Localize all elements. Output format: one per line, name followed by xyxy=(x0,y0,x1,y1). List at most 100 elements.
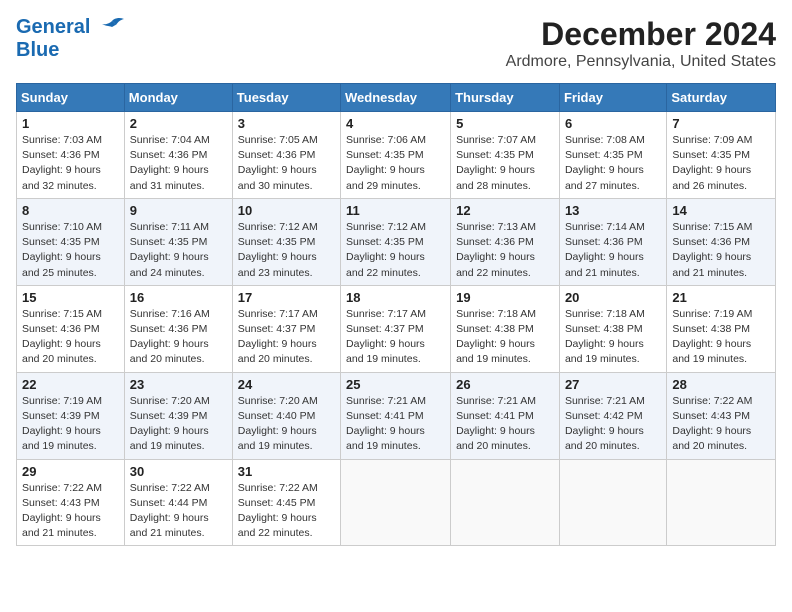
table-row: 7 Sunrise: 7:09 AM Sunset: 4:35 PM Dayli… xyxy=(667,112,776,199)
day-number: 9 xyxy=(130,203,227,218)
table-row: 29 Sunrise: 7:22 AM Sunset: 4:43 PM Dayl… xyxy=(17,459,125,546)
day-info: Sunrise: 7:15 AM Sunset: 4:36 PM Dayligh… xyxy=(22,307,119,368)
day-info: Sunrise: 7:21 AM Sunset: 4:42 PM Dayligh… xyxy=(565,394,661,455)
table-row: 4 Sunrise: 7:06 AM Sunset: 4:35 PM Dayli… xyxy=(341,112,451,199)
day-info: Sunrise: 7:17 AM Sunset: 4:37 PM Dayligh… xyxy=(238,307,335,368)
day-info: Sunrise: 7:13 AM Sunset: 4:36 PM Dayligh… xyxy=(456,220,554,281)
day-info: Sunrise: 7:21 AM Sunset: 4:41 PM Dayligh… xyxy=(456,394,554,455)
day-number: 28 xyxy=(672,377,770,392)
table-row: 16 Sunrise: 7:16 AM Sunset: 4:36 PM Dayl… xyxy=(124,285,232,372)
day-info: Sunrise: 7:20 AM Sunset: 4:40 PM Dayligh… xyxy=(238,394,335,455)
table-row: 6 Sunrise: 7:08 AM Sunset: 4:35 PM Dayli… xyxy=(559,112,666,199)
calendar-week-row: 29 Sunrise: 7:22 AM Sunset: 4:43 PM Dayl… xyxy=(17,459,776,546)
day-info: Sunrise: 7:05 AM Sunset: 4:36 PM Dayligh… xyxy=(238,133,335,194)
col-wednesday: Wednesday xyxy=(341,84,451,112)
table-row: 17 Sunrise: 7:17 AM Sunset: 4:37 PM Dayl… xyxy=(232,285,340,372)
day-number: 25 xyxy=(346,377,445,392)
day-info: Sunrise: 7:17 AM Sunset: 4:37 PM Dayligh… xyxy=(346,307,445,368)
day-number: 1 xyxy=(22,116,119,131)
table-row: 13 Sunrise: 7:14 AM Sunset: 4:36 PM Dayl… xyxy=(559,198,666,285)
day-number: 19 xyxy=(456,290,554,305)
day-number: 29 xyxy=(22,464,119,479)
col-monday: Monday xyxy=(124,84,232,112)
table-row xyxy=(559,459,666,546)
day-info: Sunrise: 7:07 AM Sunset: 4:35 PM Dayligh… xyxy=(456,133,554,194)
day-number: 3 xyxy=(238,116,335,131)
table-row: 5 Sunrise: 7:07 AM Sunset: 4:35 PM Dayli… xyxy=(451,112,560,199)
logo-bird-icon xyxy=(98,17,126,39)
table-row: 2 Sunrise: 7:04 AM Sunset: 4:36 PM Dayli… xyxy=(124,112,232,199)
day-info: Sunrise: 7:22 AM Sunset: 4:44 PM Dayligh… xyxy=(130,481,227,542)
page-subtitle: Ardmore, Pennsylvania, United States xyxy=(506,53,776,71)
table-row: 20 Sunrise: 7:18 AM Sunset: 4:38 PM Dayl… xyxy=(559,285,666,372)
day-info: Sunrise: 7:09 AM Sunset: 4:35 PM Dayligh… xyxy=(672,133,770,194)
table-row: 9 Sunrise: 7:11 AM Sunset: 4:35 PM Dayli… xyxy=(124,198,232,285)
table-row: 8 Sunrise: 7:10 AM Sunset: 4:35 PM Dayli… xyxy=(17,198,125,285)
day-number: 2 xyxy=(130,116,227,131)
calendar-week-row: 1 Sunrise: 7:03 AM Sunset: 4:36 PM Dayli… xyxy=(17,112,776,199)
table-row: 10 Sunrise: 7:12 AM Sunset: 4:35 PM Dayl… xyxy=(232,198,340,285)
day-number: 10 xyxy=(238,203,335,218)
day-info: Sunrise: 7:12 AM Sunset: 4:35 PM Dayligh… xyxy=(238,220,335,281)
day-number: 18 xyxy=(346,290,445,305)
day-number: 23 xyxy=(130,377,227,392)
table-row: 23 Sunrise: 7:20 AM Sunset: 4:39 PM Dayl… xyxy=(124,372,232,459)
table-row: 22 Sunrise: 7:19 AM Sunset: 4:39 PM Dayl… xyxy=(17,372,125,459)
col-saturday: Saturday xyxy=(667,84,776,112)
day-number: 4 xyxy=(346,116,445,131)
day-number: 21 xyxy=(672,290,770,305)
day-info: Sunrise: 7:03 AM Sunset: 4:36 PM Dayligh… xyxy=(22,133,119,194)
table-row: 14 Sunrise: 7:15 AM Sunset: 4:36 PM Dayl… xyxy=(667,198,776,285)
table-row: 18 Sunrise: 7:17 AM Sunset: 4:37 PM Dayl… xyxy=(341,285,451,372)
table-row xyxy=(341,459,451,546)
logo-text-blue: Blue xyxy=(16,39,126,61)
table-row: 24 Sunrise: 7:20 AM Sunset: 4:40 PM Dayl… xyxy=(232,372,340,459)
day-info: Sunrise: 7:18 AM Sunset: 4:38 PM Dayligh… xyxy=(456,307,554,368)
day-number: 17 xyxy=(238,290,335,305)
table-row: 27 Sunrise: 7:21 AM Sunset: 4:42 PM Dayl… xyxy=(559,372,666,459)
day-info: Sunrise: 7:19 AM Sunset: 4:39 PM Dayligh… xyxy=(22,394,119,455)
day-info: Sunrise: 7:04 AM Sunset: 4:36 PM Dayligh… xyxy=(130,133,227,194)
day-info: Sunrise: 7:14 AM Sunset: 4:36 PM Dayligh… xyxy=(565,220,661,281)
table-row: 12 Sunrise: 7:13 AM Sunset: 4:36 PM Dayl… xyxy=(451,198,560,285)
page-title: December 2024 xyxy=(506,16,776,53)
table-row: 19 Sunrise: 7:18 AM Sunset: 4:38 PM Dayl… xyxy=(451,285,560,372)
day-number: 20 xyxy=(565,290,661,305)
page-header: General Blue December 2024 Ardmore, Penn… xyxy=(16,16,776,71)
col-tuesday: Tuesday xyxy=(232,84,340,112)
day-info: Sunrise: 7:22 AM Sunset: 4:45 PM Dayligh… xyxy=(238,481,335,542)
table-row: 15 Sunrise: 7:15 AM Sunset: 4:36 PM Dayl… xyxy=(17,285,125,372)
day-number: 13 xyxy=(565,203,661,218)
logo-text-general: General xyxy=(16,16,90,38)
day-number: 27 xyxy=(565,377,661,392)
day-info: Sunrise: 7:19 AM Sunset: 4:38 PM Dayligh… xyxy=(672,307,770,368)
day-info: Sunrise: 7:21 AM Sunset: 4:41 PM Dayligh… xyxy=(346,394,445,455)
table-row: 26 Sunrise: 7:21 AM Sunset: 4:41 PM Dayl… xyxy=(451,372,560,459)
day-info: Sunrise: 7:22 AM Sunset: 4:43 PM Dayligh… xyxy=(22,481,119,542)
day-number: 8 xyxy=(22,203,119,218)
calendar-week-row: 15 Sunrise: 7:15 AM Sunset: 4:36 PM Dayl… xyxy=(17,285,776,372)
table-row xyxy=(667,459,776,546)
day-number: 12 xyxy=(456,203,554,218)
day-number: 14 xyxy=(672,203,770,218)
calendar-week-row: 22 Sunrise: 7:19 AM Sunset: 4:39 PM Dayl… xyxy=(17,372,776,459)
table-row: 31 Sunrise: 7:22 AM Sunset: 4:45 PM Dayl… xyxy=(232,459,340,546)
table-row xyxy=(451,459,560,546)
day-info: Sunrise: 7:06 AM Sunset: 4:35 PM Dayligh… xyxy=(346,133,445,194)
day-info: Sunrise: 7:22 AM Sunset: 4:43 PM Dayligh… xyxy=(672,394,770,455)
day-number: 31 xyxy=(238,464,335,479)
table-row: 11 Sunrise: 7:12 AM Sunset: 4:35 PM Dayl… xyxy=(341,198,451,285)
table-row: 30 Sunrise: 7:22 AM Sunset: 4:44 PM Dayl… xyxy=(124,459,232,546)
calendar-table: Sunday Monday Tuesday Wednesday Thursday… xyxy=(16,83,776,546)
day-info: Sunrise: 7:08 AM Sunset: 4:35 PM Dayligh… xyxy=(565,133,661,194)
day-number: 7 xyxy=(672,116,770,131)
day-number: 16 xyxy=(130,290,227,305)
day-info: Sunrise: 7:15 AM Sunset: 4:36 PM Dayligh… xyxy=(672,220,770,281)
col-sunday: Sunday xyxy=(17,84,125,112)
table-row: 3 Sunrise: 7:05 AM Sunset: 4:36 PM Dayli… xyxy=(232,112,340,199)
logo: General Blue xyxy=(16,16,126,61)
day-number: 11 xyxy=(346,203,445,218)
calendar-week-row: 8 Sunrise: 7:10 AM Sunset: 4:35 PM Dayli… xyxy=(17,198,776,285)
title-block: December 2024 Ardmore, Pennsylvania, Uni… xyxy=(506,16,776,71)
day-info: Sunrise: 7:11 AM Sunset: 4:35 PM Dayligh… xyxy=(130,220,227,281)
